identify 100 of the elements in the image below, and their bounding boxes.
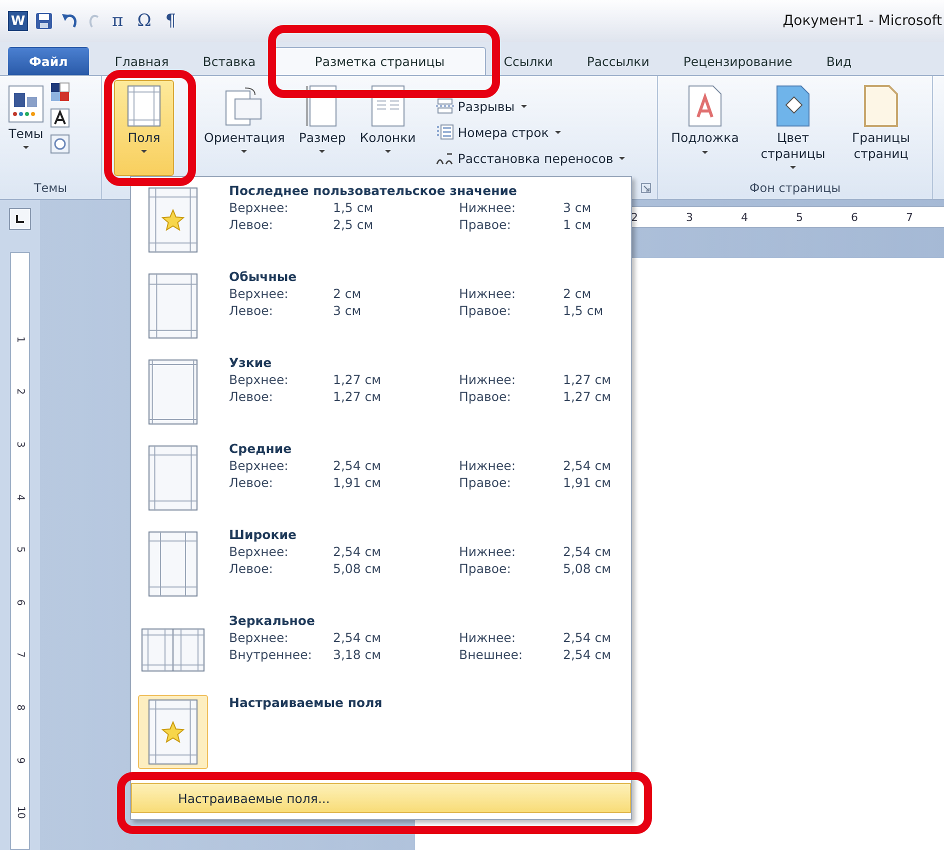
theme-colors-icon[interactable]	[50, 82, 70, 102]
margin-value: 1,27 см	[563, 389, 612, 404]
custom-margins-command[interactable]: Настраиваемые поля...	[131, 783, 631, 813]
margin-preset-item[interactable]: Средние Верхнее: 2,54 см Нижнее: 2,54 см Левое: 1,91 см Правое: 1,91 см	[131, 435, 631, 521]
caret-icon	[702, 150, 708, 154]
ribbon-tab[interactable]: Ссылки	[488, 47, 569, 75]
ruler-number: 3	[14, 441, 26, 448]
margin-value: 3,18 см	[333, 647, 382, 662]
margin-value: 2,5 см	[333, 217, 374, 232]
orientation-icon	[225, 85, 264, 127]
ribbon-tab[interactable]: Рецензирование	[667, 47, 808, 75]
margin-label: Нижнее:	[459, 372, 517, 387]
margin-value: 2 см	[333, 286, 362, 301]
margin-label: Левое:	[229, 303, 274, 318]
ruler-number: 5	[796, 210, 803, 224]
ribbon-button[interactable]: Границы страниц	[838, 80, 924, 176]
margin-label: Нижнее:	[459, 630, 517, 645]
margin-preset-item[interactable]: Настраиваемые поля	[131, 693, 631, 769]
margin-value: 3 см	[563, 200, 592, 215]
margin-label: Нижнее:	[459, 286, 517, 301]
ribbon-tab[interactable]: Главная	[98, 47, 185, 75]
margin-label: Верхнее:	[229, 630, 290, 645]
caret-icon	[23, 146, 29, 149]
margin-value: 1,91 см	[333, 475, 382, 490]
margin-label: Нижнее:	[459, 200, 517, 215]
margin-value: 1,27 см	[563, 372, 612, 387]
margin-value: 3 см	[333, 303, 362, 318]
theme-effects-icon[interactable]	[50, 134, 70, 154]
margin-value: 1 см	[563, 217, 592, 232]
ribbon-button[interactable]: Разрывы	[434, 96, 529, 116]
margin-value: 2 см	[563, 286, 592, 301]
save-icon[interactable]	[34, 11, 54, 31]
ribbon-button[interactable]: Расстановка переносов	[434, 148, 628, 168]
theme-fonts-icon[interactable]	[50, 108, 70, 128]
caret-icon	[520, 104, 527, 108]
margin-preset-item[interactable]: Обычные Верхнее: 2 см Нижнее: 2 см Левое: 3 см Правое: 1,5 см	[131, 263, 631, 349]
ribbon-button[interactable]: Цвет страницы	[750, 80, 836, 176]
margin-preset-item[interactable]: Зеркальное Верхнее: 2,54 см Нижнее: 2,54 см Внутреннее: 3,18 см Внешнее: 2,54 см	[131, 607, 631, 693]
watermark-icon	[688, 85, 722, 127]
ribbon-tab[interactable]: Разметка страницы	[274, 47, 486, 75]
quick-access-button[interactable]: π	[108, 11, 128, 31]
ruler-number: 7	[906, 210, 913, 224]
ribbon-button[interactable]: Колонки	[356, 80, 420, 176]
caret-icon	[241, 150, 248, 153]
ribbon-button[interactable]: Ориентация	[200, 80, 289, 176]
margin-value: 1,27 см	[333, 389, 382, 404]
ribbon-button[interactable]: Номера строк	[434, 122, 563, 142]
margin-label: Левое:	[229, 561, 274, 576]
ribbon-button[interactable]: Размер	[294, 80, 350, 176]
group-label: Фон страницы	[748, 181, 842, 197]
ruler-number: 5	[14, 546, 26, 553]
page-color-icon	[776, 85, 810, 127]
caret-icon	[790, 166, 796, 170]
tab-selector-button[interactable]	[9, 208, 31, 230]
ribbon-tab[interactable]: Вставка	[186, 47, 272, 75]
dialog-launcher-icon[interactable]	[641, 183, 651, 193]
margin-value: 1,91 см	[563, 475, 612, 490]
margin-label: Левое:	[229, 217, 274, 232]
margin-label: Внутреннее:	[229, 647, 313, 662]
preset-title: Обычные	[229, 269, 298, 284]
group-label: Темы	[32, 181, 68, 197]
margin-preset-item[interactable]: Широкие Верхнее: 2,54 см Нижнее: 2,54 см Левое: 5,08 см Правое: 5,08 см	[131, 521, 631, 607]
margin-label: Внешнее:	[459, 647, 524, 662]
window-title: Документ1 - Microsoft	[782, 13, 943, 29]
quick-access-button[interactable]: Ω	[133, 11, 156, 31]
margin-value: 1,27 см	[333, 372, 382, 387]
margin-label: Правое:	[459, 217, 512, 232]
margin-value: 5,08 см	[333, 561, 382, 576]
preset-title: Последнее пользовательское значение	[229, 183, 518, 198]
margin-value: 1,5 см	[333, 200, 374, 215]
ruler-number: 7	[14, 652, 26, 658]
margin-preset-item[interactable]: Последнее пользовательское значение Верхнее: 1,5 см Нижнее: 3 см Левое: 2,5 см Правое: 1 см	[131, 177, 631, 263]
themes-icon	[8, 85, 44, 123]
themes-button[interactable]: Темы	[4, 80, 48, 176]
margin-label: Правое:	[459, 475, 512, 490]
ruler-number: 2	[631, 210, 638, 224]
caret-icon	[141, 150, 147, 153]
app-logo: W	[8, 11, 28, 31]
ruler-number: 2	[14, 388, 26, 396]
file-tab[interactable]: Файл	[8, 47, 89, 75]
caret-icon	[384, 150, 391, 153]
margin-label: Правое:	[459, 303, 512, 318]
margin-value: 2,54 см	[563, 630, 612, 645]
line-numbers-icon	[436, 124, 454, 140]
ruler-number: 9	[14, 756, 26, 764]
caret-icon	[554, 130, 561, 134]
caret-icon	[319, 150, 326, 153]
ribbon-tab[interactable]: Рассылки	[570, 47, 666, 75]
margin-value: 2,54 см	[563, 458, 612, 473]
margin-value: 2,54 см	[563, 544, 612, 559]
margin-preset-item[interactable]: Узкие Верхнее: 1,27 см Нижнее: 1,27 см Левое: 1,27 см Правое: 1,27 см	[131, 349, 631, 435]
quick-access-button[interactable]: ¶	[161, 11, 180, 31]
ribbon-tab[interactable]: Вид	[810, 47, 868, 75]
ribbon-button[interactable]: Поля	[114, 80, 174, 176]
caret-icon	[619, 156, 626, 160]
ruler-number: 3	[686, 210, 693, 224]
margin-label: Верхнее:	[229, 544, 290, 559]
margin-label: Верхнее:	[229, 458, 290, 473]
ribbon-button[interactable]: Подложка	[662, 80, 748, 176]
preset-title: Средние	[229, 441, 293, 456]
